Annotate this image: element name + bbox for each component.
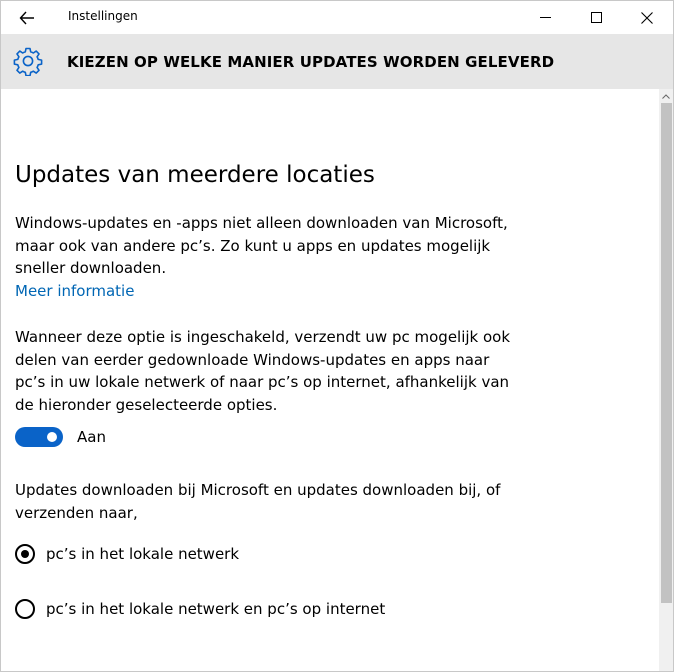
option-label: pc’s in het lokale netwerk [46, 545, 240, 563]
option-local-and-internet[interactable]: pc’s in het lokale netwerk en pc’s op in… [15, 597, 385, 621]
radio-button-selected[interactable] [15, 544, 35, 564]
scroll-up-button[interactable] [659, 89, 673, 103]
back-arrow-icon [19, 11, 34, 25]
gear-icon [13, 47, 43, 76]
close-icon [641, 11, 653, 24]
maximize-icon [590, 12, 602, 23]
title-bar: Instellingen [1, 1, 673, 34]
maximize-button[interactable] [571, 1, 621, 34]
back-button[interactable] [10, 5, 44, 31]
close-button[interactable] [622, 1, 672, 34]
section-heading: Updates van meerdere locaties [15, 162, 375, 188]
more-info-link[interactable]: Meer informatie [15, 282, 134, 300]
option-label: pc’s in het lokale netwerk en pc’s op in… [46, 600, 386, 618]
header-title: KIEZEN OP WELKE MANIER UPDATES WORDEN GE… [67, 53, 555, 71]
app-title: Instellingen [68, 9, 138, 23]
minimize-button[interactable] [520, 1, 570, 34]
radio-button[interactable] [15, 599, 35, 619]
toggle-knob [47, 432, 57, 442]
description-text: Wanneer deze optie is ingeschakeld, verz… [15, 328, 511, 414]
minimize-icon [539, 17, 551, 18]
intro-text: Windows-updates en -apps niet alleen dow… [15, 214, 508, 277]
toggle-state-label: Aan [77, 428, 106, 446]
chevron-up-icon [662, 93, 670, 99]
option-local-network[interactable]: pc’s in het lokale netwerk [15, 542, 239, 566]
page-header: KIEZEN OP WELKE MANIER UPDATES WORDEN GE… [1, 34, 673, 89]
delivery-toggle-row: Aan [15, 426, 106, 448]
delivery-toggle-switch[interactable] [15, 427, 63, 447]
scrollbar-thumb[interactable] [661, 103, 672, 603]
vertical-scrollbar[interactable] [659, 89, 673, 671]
options-prompt: Updates downloaden bij Microsoft en upda… [15, 481, 501, 522]
settings-window: Instellingen KIEZEN OP WELKE MANIER UPDA… [0, 0, 674, 672]
